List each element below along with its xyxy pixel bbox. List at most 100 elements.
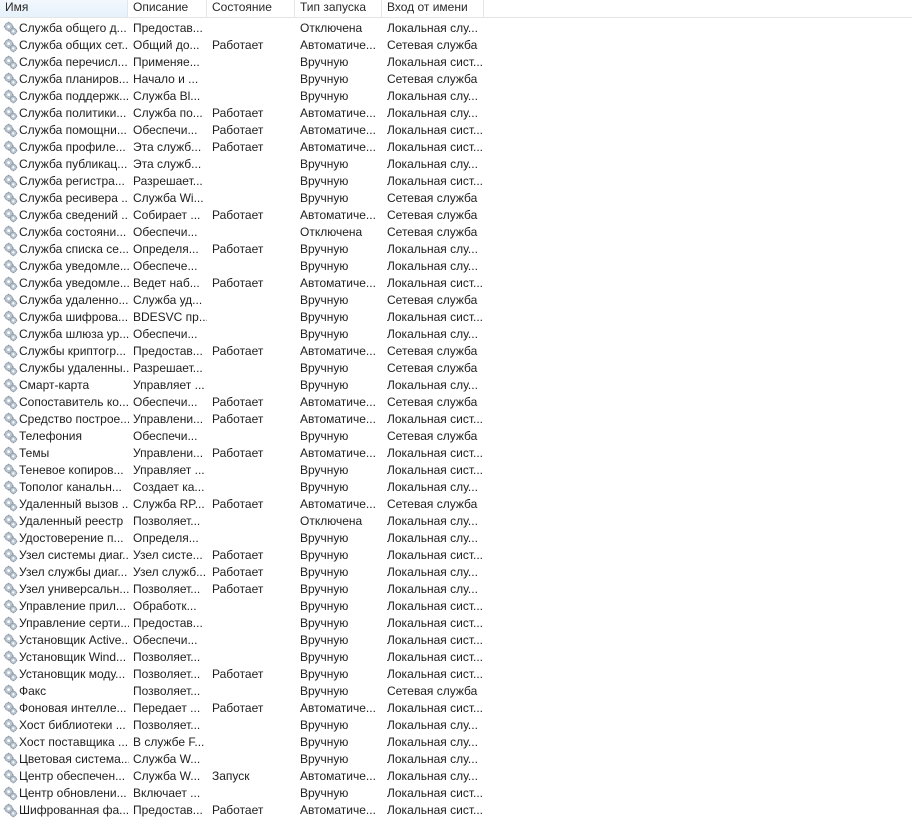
- service-row[interactable]: Темы Управлени... Работает Автоматиче... Лок…: [0, 445, 490, 462]
- service-row[interactable]: Центр обновлени... Включает ... Вручную Лок…: [0, 785, 490, 802]
- service-row[interactable]: Служба общего д... Предостав... Отключена Л…: [0, 20, 490, 37]
- service-row[interactable]: Служба перечисл... Применяе... Вручную Лока…: [0, 54, 490, 71]
- service-row[interactable]: Тополог канальн... Создает ка... Вручную Ло…: [0, 479, 490, 496]
- service-row[interactable]: Служба общих сет... Общий до... Работает Ав…: [0, 37, 490, 54]
- service-row[interactable]: Служба планиров... Начало и ... Вручную Сет…: [0, 71, 490, 88]
- column-header-status[interactable]: Состояние: [207, 0, 295, 17]
- service-row[interactable]: Цветовая система... Служба W... Вручную Лок…: [0, 751, 490, 768]
- service-log-on-as: Локальная сист...: [387, 140, 483, 154]
- service-row[interactable]: Служба уведомле... Ведет наб... Работает Ав…: [0, 275, 490, 292]
- service-row[interactable]: Факс Позволяет... Вручную Сетевая служба: [0, 683, 490, 700]
- service-row[interactable]: Шифрованная фа... Предостав... Работает Авт…: [0, 802, 490, 819]
- service-row[interactable]: Служба регистра... Разрешает... Вручную Лок…: [0, 173, 490, 190]
- service-log-on-as: Локальная сист...: [387, 616, 483, 630]
- service-row[interactable]: Управление серти... Предостав... Вручную Ло…: [0, 615, 490, 632]
- service-log-on-as: Локальная сист...: [387, 548, 483, 562]
- service-log-on-as: Локальная слу...: [387, 531, 478, 545]
- service-status: Работает: [212, 395, 264, 409]
- service-log-on-as: Локальная слу...: [387, 718, 478, 732]
- service-row[interactable]: Службы удаленны... Разрешает... Вручную Сет…: [0, 360, 490, 377]
- service-status: Работает: [212, 276, 264, 290]
- service-gear-icon: [3, 191, 18, 206]
- service-name: Хост поставщика ...: [19, 735, 129, 749]
- service-gear-icon: [3, 548, 18, 563]
- service-gear-icon: [3, 140, 18, 155]
- service-row[interactable]: Служба шифрова... BDESVC пр... Вручную Лока…: [0, 309, 490, 326]
- service-name: Служба шлюза ур...: [19, 327, 129, 341]
- service-row[interactable]: Удаленный вызов ... Служба RP... Работает А…: [0, 496, 490, 513]
- service-log-on-as: Сетевая служба: [387, 344, 478, 358]
- service-description: Управляет ...: [133, 463, 205, 477]
- service-gear-icon: [3, 72, 18, 87]
- service-row[interactable]: Удостоверение п... Определя... Вручную Лока…: [0, 530, 490, 547]
- service-row[interactable]: Теневое копиров... Управляет ... Вручную Ло…: [0, 462, 490, 479]
- service-log-on-as: Сетевая служба: [387, 208, 478, 222]
- service-gear-icon: [3, 361, 18, 376]
- service-log-on-as: Сетевая служба: [387, 429, 478, 443]
- service-status: Запуск: [212, 769, 250, 783]
- service-gear-icon: [3, 21, 18, 36]
- service-status: Работает: [212, 38, 264, 52]
- service-row[interactable]: Служба помощни... Обеспечи... Работает Авто…: [0, 122, 490, 139]
- service-row[interactable]: Хост поставщика ... В службе F... Вручную Л…: [0, 734, 490, 751]
- service-gear-icon: [3, 327, 18, 342]
- service-row[interactable]: Узел службы диаг... Узел служб... Работает…: [0, 564, 490, 581]
- service-row[interactable]: Служба политики... Служба по... Работает Ав…: [0, 105, 490, 122]
- column-header-log-on-as[interactable]: Вход от имени: [382, 0, 484, 17]
- service-log-on-as: Локальная сист...: [387, 701, 483, 715]
- service-startup-type: Вручную: [300, 582, 349, 596]
- service-log-on-as: Локальная сист...: [387, 123, 483, 137]
- service-log-on-as: Локальная слу...: [387, 327, 478, 341]
- service-row[interactable]: Служба уведомле... Обеспече... Вручную Лока…: [0, 258, 490, 275]
- service-description: Узел систе...: [133, 548, 203, 562]
- service-description: Общий до...: [133, 38, 200, 52]
- service-row[interactable]: Узел универсальн... Позволяет... Работает В…: [0, 581, 490, 598]
- service-name: Телефония: [19, 429, 82, 443]
- service-row[interactable]: Смарт-карта Управляет ... Вручную Локальная…: [0, 377, 490, 394]
- service-description: Обеспечи...: [133, 633, 198, 647]
- service-row[interactable]: Службы криптогр... Предостав... Работает Ав…: [0, 343, 490, 360]
- service-row[interactable]: Средство построе... Управлени... Работает А…: [0, 411, 490, 428]
- service-log-on-as: Сетевая служба: [387, 191, 478, 205]
- service-description: Служба Bl...: [133, 89, 201, 103]
- service-row[interactable]: Удаленный реестр Позволяет... Отключена Лок…: [0, 513, 490, 530]
- service-name: Служба удаленно...: [19, 293, 129, 307]
- service-row[interactable]: Служба удаленно... Служба уд... Вручную Сет…: [0, 292, 490, 309]
- service-row[interactable]: Служба списка се... Определя... Работает Вр…: [0, 241, 490, 258]
- service-row[interactable]: Служба поддержк... Служба Bl... Вручную Лок…: [0, 88, 490, 105]
- service-startup-type: Автоматиче...: [300, 701, 376, 715]
- service-name: Темы: [19, 446, 50, 460]
- service-gear-icon: [3, 344, 18, 359]
- service-description: BDESVC пр...: [133, 310, 207, 324]
- service-row[interactable]: Телефония Обеспечи... Вручную Сетевая служб…: [0, 428, 490, 445]
- service-startup-type: Вручную: [300, 191, 349, 205]
- service-row[interactable]: Служба состояни... Обеспечи... Отключена Се…: [0, 224, 490, 241]
- service-name: Служба перечисл...: [19, 55, 128, 69]
- service-row[interactable]: Служба публикац... Эта служб... Вручную Лок…: [0, 156, 490, 173]
- service-row[interactable]: Сопоставитель ко... Обеспечи... Работает Ав…: [0, 394, 490, 411]
- service-startup-type: Вручную: [300, 548, 349, 562]
- service-row[interactable]: Центр обеспечен... Служба W... Запуск Автом…: [0, 768, 490, 785]
- service-log-on-as: Локальная сист...: [387, 446, 483, 460]
- service-row[interactable]: Установщик моду... Позволяет... Работает Вр…: [0, 666, 490, 683]
- service-description: Служба RP...: [133, 497, 205, 511]
- service-log-on-as: Локальная сист...: [387, 633, 483, 647]
- column-header-description[interactable]: Описание: [128, 0, 207, 17]
- service-row[interactable]: Фоновая интелле... Передает ... Работает Ав…: [0, 700, 490, 717]
- service-row[interactable]: Установщик Active... Обеспечи... Вручную Ло…: [0, 632, 490, 649]
- service-row[interactable]: Служба шлюза ур... Обеспечи... Вручную Лока…: [0, 326, 490, 343]
- service-row[interactable]: Хост библиотеки ... Позволяет... Вручную Ло…: [0, 717, 490, 734]
- service-row[interactable]: Служба профиле... Эта служб... Работает Авт…: [0, 139, 490, 156]
- column-header-bar: Имя Описание Состояние Тип запуска Вход …: [0, 0, 912, 18]
- service-startup-type: Автоматиче...: [300, 446, 376, 460]
- column-header-name[interactable]: Имя: [0, 0, 128, 17]
- service-row[interactable]: Служба ресивера ... Служба Wi... Вручную Се…: [0, 190, 490, 207]
- service-row[interactable]: Управление прил... Обработк... Вручную Лока…: [0, 598, 490, 615]
- service-description: Служба W...: [133, 769, 201, 783]
- service-row[interactable]: Установщик Wind... Позволяет... Вручную Лок…: [0, 649, 490, 666]
- column-header-startup-type[interactable]: Тип запуска: [295, 0, 382, 17]
- service-row[interactable]: Служба сведений ... Собирает ... Работает А…: [0, 207, 490, 224]
- service-gear-icon: [3, 395, 18, 410]
- service-log-on-as: Локальная сист...: [387, 650, 483, 664]
- service-row[interactable]: Узел системы диаг... Узел систе... Работае…: [0, 547, 490, 564]
